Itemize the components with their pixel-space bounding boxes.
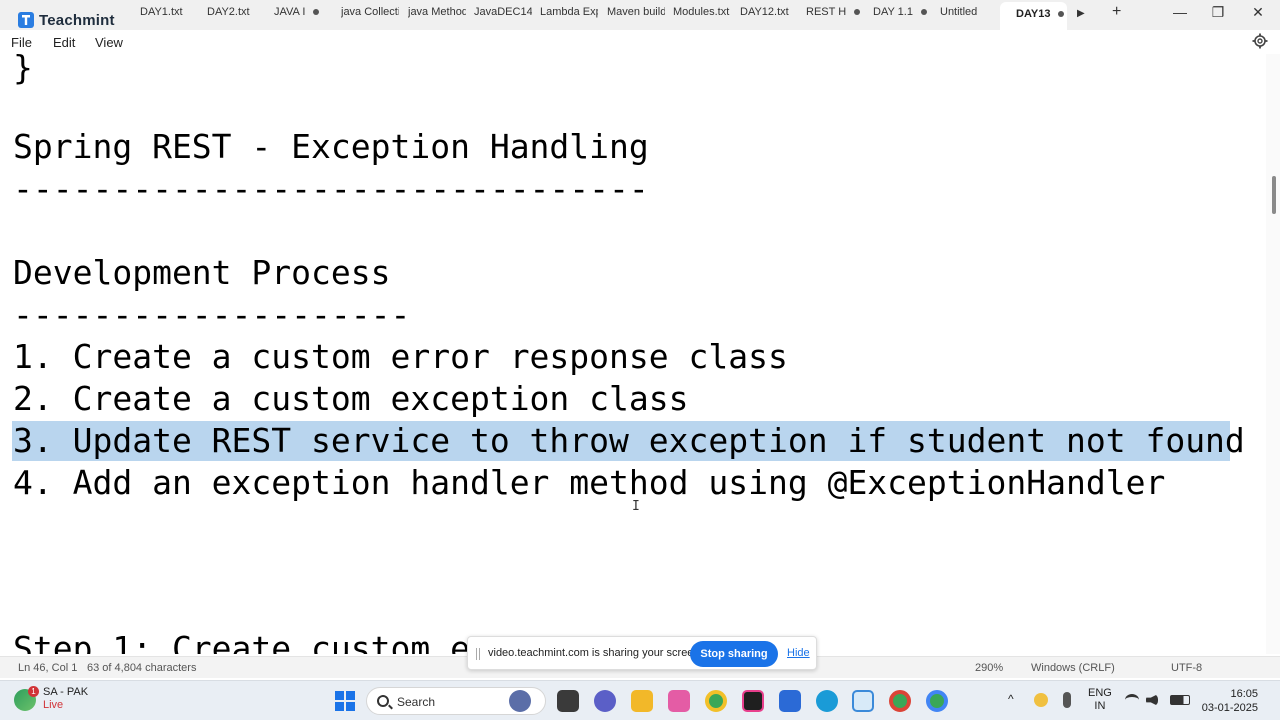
tab-java-method[interactable]: java Method [408, 6, 466, 24]
cricket-live-icon: 1 [14, 686, 39, 711]
minimize-button[interactable]: — [1170, 4, 1190, 20]
weather-tray-icon[interactable] [1034, 693, 1048, 707]
maximize-button[interactable]: ❐ [1208, 4, 1228, 21]
title-bar: Teachmint DAY1.txt DAY2.txt JAVA I java … [0, 0, 1280, 30]
file-explorer-icon[interactable] [631, 690, 653, 712]
unsaved-dot-icon [1058, 11, 1065, 18]
hide-banner-link[interactable]: Hide [787, 647, 810, 659]
drag-handle-icon[interactable] [476, 648, 480, 660]
line-ending[interactable]: Windows (CRLF) [1031, 662, 1115, 674]
copilot-app-icon[interactable] [509, 690, 531, 712]
language-indicator[interactable]: ENG IN [1088, 687, 1112, 713]
stop-sharing-button[interactable]: Stop sharing [690, 641, 778, 667]
tab-maven-build[interactable]: Maven build [607, 6, 665, 24]
tab-modules[interactable]: Modules.txt [673, 6, 733, 24]
search-icon [377, 695, 389, 707]
tab-java[interactable]: JAVA I [274, 6, 320, 24]
teachmint-logo: Teachmint [18, 10, 115, 30]
unsaved-dot-icon [920, 9, 927, 16]
tab-day2[interactable]: DAY2.txt [207, 6, 250, 24]
cursor-position: Ln 46, Col 1 [18, 662, 78, 674]
tab-day-1-1[interactable]: DAY 1.1 [873, 6, 927, 24]
weather-widget[interactable]: 1 SA - PAK Live [14, 686, 88, 712]
tab-lambda[interactable]: Lambda Exp [540, 6, 598, 24]
share-message: video.teachmint.com is sharing your scre… [488, 647, 703, 659]
menu-file[interactable]: File [11, 35, 32, 50]
edge-icon[interactable] [816, 690, 838, 712]
editor-line: 4. Add an exception handler method using… [13, 463, 1166, 502]
notification-badge: 1 [28, 686, 39, 697]
chrome-icon[interactable] [705, 690, 727, 712]
teachmint-logo-icon [18, 12, 34, 28]
task-view-icon[interactable] [557, 690, 579, 712]
editor-line: Development Process [13, 253, 391, 292]
wifi-icon[interactable] [1125, 694, 1139, 706]
store-icon[interactable] [779, 690, 801, 712]
teams-chat-icon[interactable] [594, 690, 616, 712]
search-label: Search [397, 695, 436, 709]
editor-line: Step 1: Create custom er [13, 629, 490, 654]
editor-line: -------------------- [13, 295, 411, 334]
clock-time: 16:05 [1230, 688, 1258, 700]
windows-start-icon[interactable] [335, 691, 355, 711]
scrollbar-thumb[interactable] [1272, 176, 1276, 214]
editor-line: 1. Create a custom error response class [13, 337, 788, 376]
zoom-level[interactable]: 290% [975, 662, 1003, 674]
show-hidden-icons-icon[interactable]: ^ [1008, 693, 1014, 706]
unsaved-dot-icon [313, 9, 320, 16]
screen-share-banner: video.teachmint.com is sharing your scre… [467, 636, 817, 670]
editor-line-selected: 3. Update REST service to throw exceptio… [13, 421, 1245, 460]
brand-name: Teachmint [39, 11, 115, 29]
volume-icon[interactable] [1146, 694, 1158, 706]
widget-live-label: Live [43, 699, 64, 711]
encoding[interactable]: UTF-8 [1171, 662, 1202, 674]
menu-bar: File Edit View [0, 30, 1280, 54]
tab-day13[interactable]: DAY13 [1000, 2, 1067, 30]
tab-rest[interactable]: REST H [806, 6, 861, 24]
chrome-profile-icon[interactable] [889, 690, 911, 712]
editor-line: 2. Create a custom exception class [13, 379, 689, 418]
new-tab-button[interactable]: + [1112, 3, 1121, 21]
editor-line: -------------------------------- [13, 169, 649, 208]
chrome-profile-m-icon[interactable] [926, 690, 948, 712]
clock-date: 03-01-2025 [1201, 702, 1258, 714]
tab-java-collections[interactable]: java Collecti [341, 6, 399, 24]
microphone-icon[interactable] [1063, 692, 1071, 708]
editor-line: } [13, 54, 33, 87]
unsaved-dot-icon [854, 9, 861, 16]
editor-line: Spring REST - Exception Handling [13, 127, 649, 166]
character-count: 63 of 4,804 characters [87, 662, 197, 674]
tab-day12[interactable]: DAY12.txt [740, 6, 789, 24]
vertical-scrollbar[interactable] [1266, 54, 1280, 654]
taskbar: 1 SA - PAK Live Search ^ ENG IN 16:05 03… [0, 680, 1280, 720]
tab-day1[interactable]: DAY1.txt [140, 6, 183, 24]
clock[interactable]: 16:05 03-01-2025 [1202, 687, 1258, 715]
notepad-icon[interactable] [852, 690, 874, 712]
menu-edit[interactable]: Edit [53, 35, 75, 50]
widget-title: SA - PAK [43, 686, 89, 698]
battery-icon[interactable] [1170, 695, 1190, 705]
tab-scroll-right-icon[interactable]: ▶ [1077, 8, 1085, 19]
tab-untitled[interactable]: Untitled [940, 6, 977, 24]
tab-javadec14[interactable]: JavaDEC14 N [474, 6, 532, 24]
text-cursor-icon: I [632, 499, 640, 514]
close-button[interactable]: ✕ [1248, 4, 1268, 21]
text-editor[interactable]: } Spring REST - Exception Handling -----… [0, 54, 1266, 654]
settings-gear-icon[interactable] [1252, 33, 1268, 49]
intellij-icon[interactable] [742, 690, 764, 712]
menu-view[interactable]: View [95, 35, 123, 50]
copilot-icon[interactable] [668, 690, 690, 712]
